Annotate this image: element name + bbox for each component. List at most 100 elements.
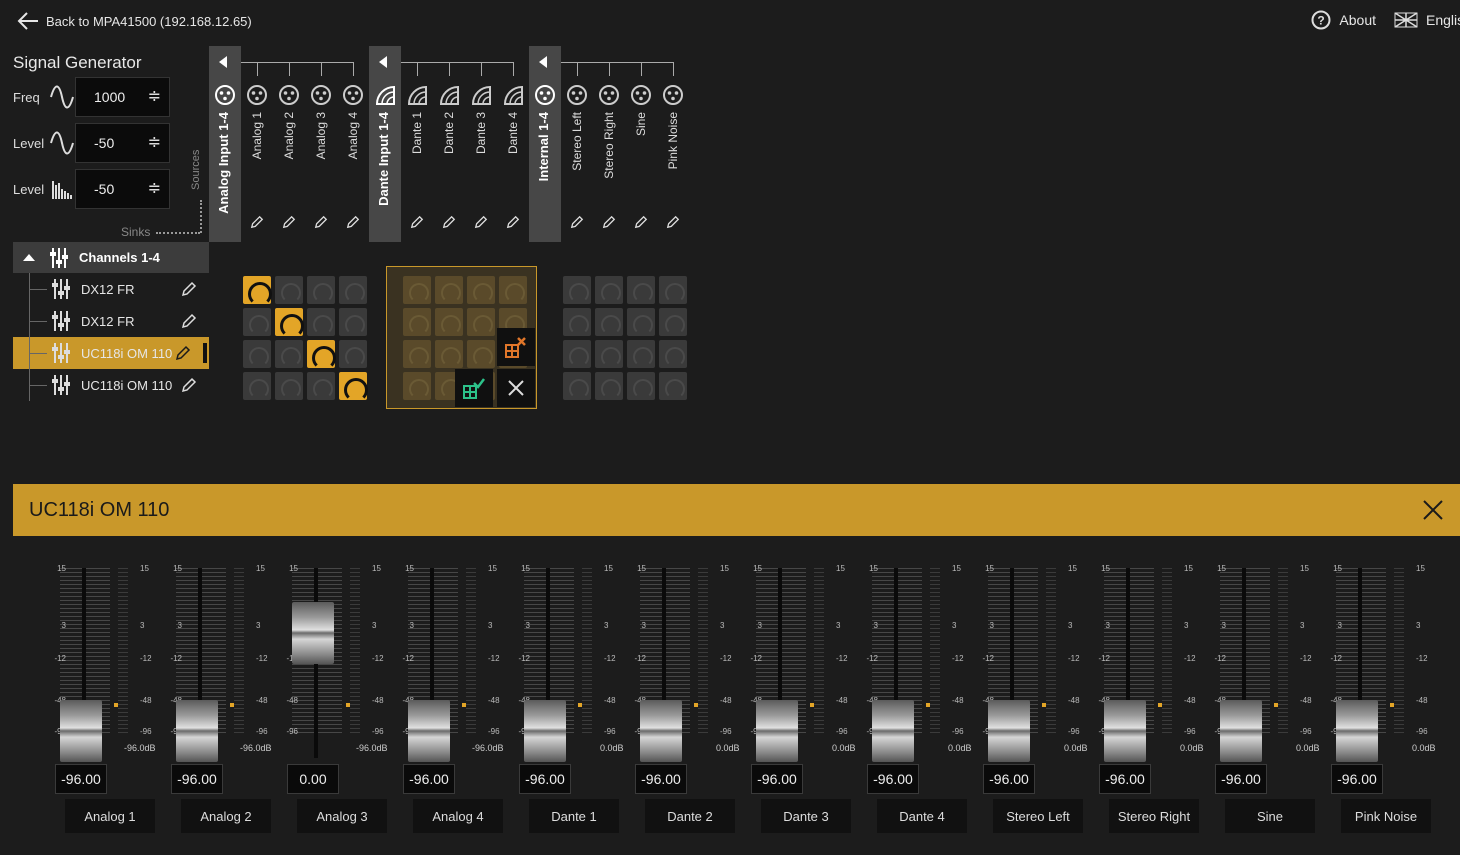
language-selector[interactable]: English bbox=[1426, 12, 1460, 28]
matrix-cell[interactable] bbox=[307, 308, 335, 336]
matrix-cell[interactable] bbox=[595, 276, 623, 304]
matrix-cell[interactable] bbox=[435, 308, 463, 336]
edit-pencil-icon[interactable] bbox=[250, 215, 264, 229]
matrix-cell[interactable] bbox=[595, 308, 623, 336]
matrix-cell[interactable] bbox=[307, 340, 336, 370]
fader-knob[interactable] bbox=[408, 700, 450, 762]
matrix-cell[interactable] bbox=[563, 276, 591, 304]
collapse-left-icon[interactable] bbox=[219, 56, 227, 68]
fader-knob[interactable] bbox=[176, 700, 218, 762]
edit-pencil-icon[interactable] bbox=[506, 215, 520, 229]
edit-pencil-icon[interactable] bbox=[602, 215, 616, 229]
edit-pencil-icon[interactable] bbox=[346, 215, 360, 229]
fader-knob[interactable] bbox=[60, 700, 102, 762]
matrix-cell[interactable] bbox=[307, 372, 335, 400]
edit-pencil-icon[interactable] bbox=[181, 281, 197, 297]
matrix-cell[interactable] bbox=[595, 372, 623, 400]
edit-pencil-icon[interactable] bbox=[282, 215, 296, 229]
sink-item[interactable]: UC118i OM 110 bbox=[13, 369, 209, 401]
fader-knob[interactable] bbox=[292, 602, 334, 664]
matrix-cell[interactable] bbox=[275, 372, 303, 400]
fader-knob[interactable] bbox=[1336, 700, 1378, 762]
fader-knob[interactable] bbox=[640, 700, 682, 762]
matrix-cell[interactable] bbox=[563, 308, 591, 336]
matrix-cell[interactable] bbox=[563, 372, 591, 400]
matrix-cell[interactable] bbox=[595, 340, 623, 368]
fader-value-input[interactable]: -96.00 bbox=[171, 764, 223, 794]
edit-pencil-icon[interactable] bbox=[570, 215, 584, 229]
stepper-icon[interactable]: ≑ bbox=[148, 181, 161, 197]
matrix-cell[interactable] bbox=[403, 372, 431, 400]
clear-all-button[interactable] bbox=[497, 328, 535, 366]
collapse-icon[interactable] bbox=[23, 254, 35, 261]
sink-item[interactable]: DX12 FR bbox=[13, 305, 209, 337]
collapse-left-icon[interactable] bbox=[539, 56, 547, 68]
fader-value-input[interactable]: -96.00 bbox=[519, 764, 571, 794]
matrix-cell[interactable] bbox=[243, 276, 272, 306]
matrix-cell[interactable] bbox=[243, 308, 271, 336]
matrix-cell[interactable] bbox=[659, 308, 687, 336]
fader-knob[interactable] bbox=[1104, 700, 1146, 762]
fader-knob[interactable] bbox=[524, 700, 566, 762]
fader-knob[interactable] bbox=[988, 700, 1030, 762]
freq-input[interactable]: 1000 ≑ bbox=[75, 77, 170, 117]
fader-value-input[interactable]: -96.00 bbox=[55, 764, 107, 794]
edit-pencil-icon[interactable] bbox=[314, 215, 328, 229]
matrix-cell[interactable] bbox=[339, 308, 367, 336]
edit-pencil-icon[interactable] bbox=[410, 215, 424, 229]
stepper-icon[interactable]: ≑ bbox=[148, 135, 161, 151]
matrix-cell[interactable] bbox=[659, 276, 687, 304]
matrix-cell[interactable] bbox=[403, 276, 431, 304]
fader-value-input[interactable]: -96.00 bbox=[867, 764, 919, 794]
matrix-cell[interactable] bbox=[467, 308, 495, 336]
level-input-sine[interactable]: -50 ≑ bbox=[75, 123, 170, 163]
matrix-cell[interactable] bbox=[307, 276, 335, 304]
matrix-cell[interactable] bbox=[659, 340, 687, 368]
matrix-cell[interactable] bbox=[467, 340, 495, 368]
edit-pencil-icon[interactable] bbox=[181, 313, 197, 329]
matrix-cell[interactable] bbox=[435, 340, 463, 368]
fader-value-input[interactable]: -96.00 bbox=[983, 764, 1035, 794]
matrix-cell[interactable] bbox=[467, 276, 495, 304]
matrix-cell[interactable] bbox=[403, 340, 431, 368]
matrix-cell[interactable] bbox=[339, 372, 368, 402]
matrix-cell[interactable] bbox=[499, 276, 527, 304]
matrix-cell[interactable] bbox=[243, 340, 271, 368]
matrix-cell[interactable] bbox=[627, 340, 655, 368]
sink-group-channels[interactable]: Channels 1-4 bbox=[13, 242, 209, 273]
edit-pencil-icon[interactable] bbox=[442, 215, 456, 229]
matrix-cell[interactable] bbox=[627, 308, 655, 336]
collapse-left-icon[interactable] bbox=[379, 56, 387, 68]
matrix-cell[interactable] bbox=[563, 340, 591, 368]
edit-pencil-icon[interactable] bbox=[666, 215, 680, 229]
back-button[interactable]: Back to MPA41500 (192.168.12.65) bbox=[16, 10, 252, 32]
help-icon[interactable]: ? bbox=[1311, 10, 1331, 30]
matrix-cell[interactable] bbox=[275, 340, 303, 368]
matrix-cell[interactable] bbox=[275, 308, 304, 338]
sink-item[interactable]: DX12 FR bbox=[13, 273, 209, 305]
edit-pencil-icon[interactable] bbox=[634, 215, 648, 229]
fader-knob[interactable] bbox=[1220, 700, 1262, 762]
matrix-cell[interactable] bbox=[627, 276, 655, 304]
fader-knob[interactable] bbox=[872, 700, 914, 762]
fader-value-input[interactable]: -96.00 bbox=[635, 764, 687, 794]
level-input-noise[interactable]: -50 ≑ bbox=[75, 169, 170, 209]
connect-all-button[interactable] bbox=[455, 369, 493, 407]
matrix-cell[interactable] bbox=[627, 372, 655, 400]
matrix-cell[interactable] bbox=[275, 276, 303, 304]
fader-value-input[interactable]: -96.00 bbox=[1215, 764, 1267, 794]
fader-value-input[interactable]: 0.00 bbox=[287, 764, 339, 794]
fader-value-input[interactable]: -96.00 bbox=[1331, 764, 1383, 794]
close-selection-button[interactable] bbox=[497, 369, 535, 407]
stepper-icon[interactable]: ≑ bbox=[148, 89, 161, 105]
matrix-cell[interactable] bbox=[403, 308, 431, 336]
close-icon[interactable] bbox=[1422, 499, 1444, 521]
source-group-dante[interactable]: Dante Input 1-4 bbox=[369, 46, 401, 242]
flag-uk-icon[interactable] bbox=[1394, 12, 1418, 28]
edit-pencil-icon[interactable] bbox=[175, 345, 191, 361]
matrix-cell[interactable] bbox=[243, 372, 271, 400]
fader-knob[interactable] bbox=[756, 700, 798, 762]
matrix-cell[interactable] bbox=[659, 372, 687, 400]
source-group-internal[interactable]: Internal 1-4 bbox=[529, 46, 561, 242]
matrix-cell[interactable] bbox=[339, 276, 367, 304]
